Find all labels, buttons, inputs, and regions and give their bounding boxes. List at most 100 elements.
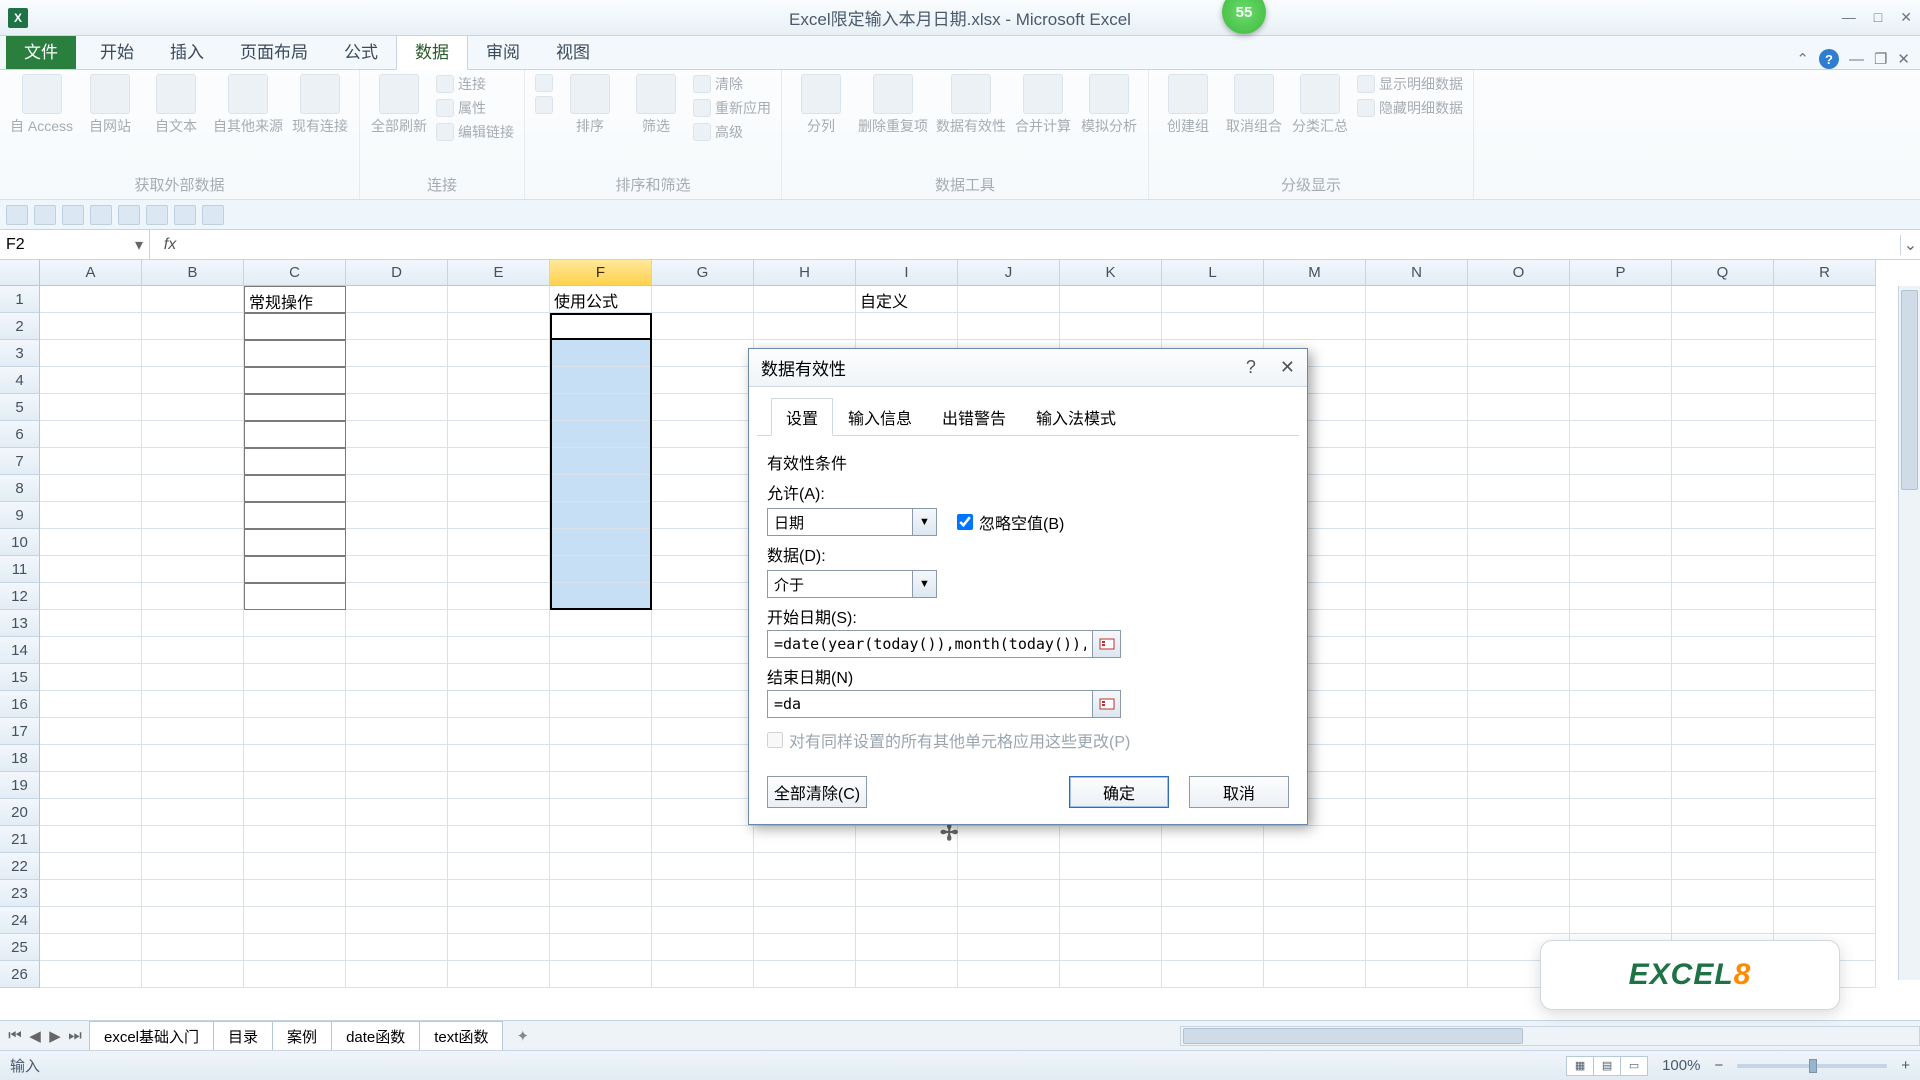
cell[interactable] [448, 961, 550, 988]
cell[interactable] [448, 826, 550, 853]
horizontal-scrollbar[interactable] [1180, 1026, 1920, 1046]
btn-from-access[interactable]: 自 Access [10, 74, 73, 136]
column-header[interactable]: N [1366, 260, 1468, 286]
zoom-in-icon[interactable]: + [1901, 1057, 1910, 1074]
cell[interactable] [1366, 340, 1468, 367]
column-header[interactable]: F [550, 260, 652, 286]
cell[interactable] [1468, 286, 1570, 313]
column-header[interactable]: B [142, 260, 244, 286]
cell[interactable] [1366, 367, 1468, 394]
cell[interactable] [1366, 502, 1468, 529]
qat-undo-icon[interactable] [34, 205, 56, 225]
cell[interactable] [448, 475, 550, 502]
cell[interactable] [1774, 556, 1876, 583]
cell[interactable] [1264, 853, 1366, 880]
cell[interactable] [652, 286, 754, 313]
cell[interactable] [40, 475, 142, 502]
cell[interactable] [550, 367, 652, 394]
cell[interactable] [550, 610, 652, 637]
tab-data[interactable]: 数据 [396, 30, 468, 70]
cell[interactable] [652, 637, 754, 664]
cell[interactable] [1264, 880, 1366, 907]
cell[interactable] [1672, 394, 1774, 421]
cell[interactable] [1060, 934, 1162, 961]
cell[interactable] [1468, 691, 1570, 718]
cell[interactable] [1060, 853, 1162, 880]
cell[interactable] [142, 799, 244, 826]
cell[interactable] [142, 421, 244, 448]
column-header[interactable]: D [346, 260, 448, 286]
cell[interactable] [856, 934, 958, 961]
cell[interactable] [1774, 637, 1876, 664]
cell[interactable] [1366, 799, 1468, 826]
cell[interactable] [40, 772, 142, 799]
cell[interactable] [346, 880, 448, 907]
cell[interactable] [142, 556, 244, 583]
expand-formula-icon[interactable]: ⌄ [1900, 235, 1920, 255]
cell[interactable] [754, 286, 856, 313]
cell[interactable] [550, 799, 652, 826]
cell[interactable] [1570, 745, 1672, 772]
cell[interactable] [1672, 637, 1774, 664]
cell[interactable] [1570, 664, 1672, 691]
cell[interactable] [1570, 448, 1672, 475]
range-picker-icon[interactable] [1093, 630, 1121, 658]
cell[interactable] [1672, 529, 1774, 556]
btn-connections[interactable]: 连接 [436, 74, 514, 94]
sheet-tab[interactable]: 案例 [272, 1021, 332, 1051]
row-header[interactable]: 11 [0, 556, 40, 583]
window-restore-icon[interactable]: ❐ [1874, 50, 1887, 68]
cell[interactable] [1162, 286, 1264, 313]
cell[interactable] [40, 313, 142, 340]
cell[interactable] [244, 745, 346, 772]
cell[interactable] [448, 502, 550, 529]
cell[interactable] [1366, 880, 1468, 907]
cell[interactable] [1468, 610, 1570, 637]
column-header[interactable]: M [1264, 260, 1366, 286]
cell[interactable] [1366, 610, 1468, 637]
cell[interactable] [40, 502, 142, 529]
cell[interactable] [550, 826, 652, 853]
cell[interactable] [652, 610, 754, 637]
btn-edit-links[interactable]: 编辑链接 [436, 122, 514, 142]
cell[interactable] [1468, 421, 1570, 448]
cell[interactable] [1570, 529, 1672, 556]
row-header[interactable]: 23 [0, 880, 40, 907]
tab-review[interactable]: 审阅 [468, 31, 538, 69]
btn-group[interactable]: 创建组 [1159, 74, 1217, 136]
cell[interactable] [346, 502, 448, 529]
cell[interactable] [1774, 610, 1876, 637]
cell[interactable] [142, 340, 244, 367]
cell[interactable] [244, 880, 346, 907]
cell[interactable] [448, 664, 550, 691]
cell[interactable] [1468, 799, 1570, 826]
cell[interactable] [1366, 826, 1468, 853]
cell[interactable] [1672, 502, 1774, 529]
cell[interactable] [1162, 313, 1264, 340]
qat-btn[interactable] [90, 205, 112, 225]
dialog-tab-error-alert[interactable]: 出错警告 [927, 398, 1021, 436]
cell[interactable] [40, 664, 142, 691]
cell[interactable] [40, 610, 142, 637]
sheet-nav-next-icon[interactable]: ▶ [46, 1027, 64, 1045]
cell[interactable] [652, 394, 754, 421]
cell[interactable] [1366, 583, 1468, 610]
cell[interactable] [1060, 880, 1162, 907]
cell[interactable] [1774, 394, 1876, 421]
btn-advanced[interactable]: 高级 [693, 122, 771, 142]
cell[interactable] [142, 448, 244, 475]
cell[interactable] [448, 745, 550, 772]
row-header[interactable]: 19 [0, 772, 40, 799]
cell[interactable] [1672, 610, 1774, 637]
cell[interactable] [244, 718, 346, 745]
btn-sort-asc[interactable] [535, 74, 553, 92]
cell[interactable] [346, 961, 448, 988]
horizontal-scroll-thumb[interactable] [1183, 1028, 1523, 1044]
cell[interactable] [1672, 799, 1774, 826]
cell[interactable] [652, 421, 754, 448]
cell[interactable] [1774, 313, 1876, 340]
row-header[interactable]: 8 [0, 475, 40, 502]
view-page-break-icon[interactable]: ▭ [1620, 1056, 1648, 1076]
cell[interactable] [1060, 313, 1162, 340]
row-header[interactable]: 9 [0, 502, 40, 529]
